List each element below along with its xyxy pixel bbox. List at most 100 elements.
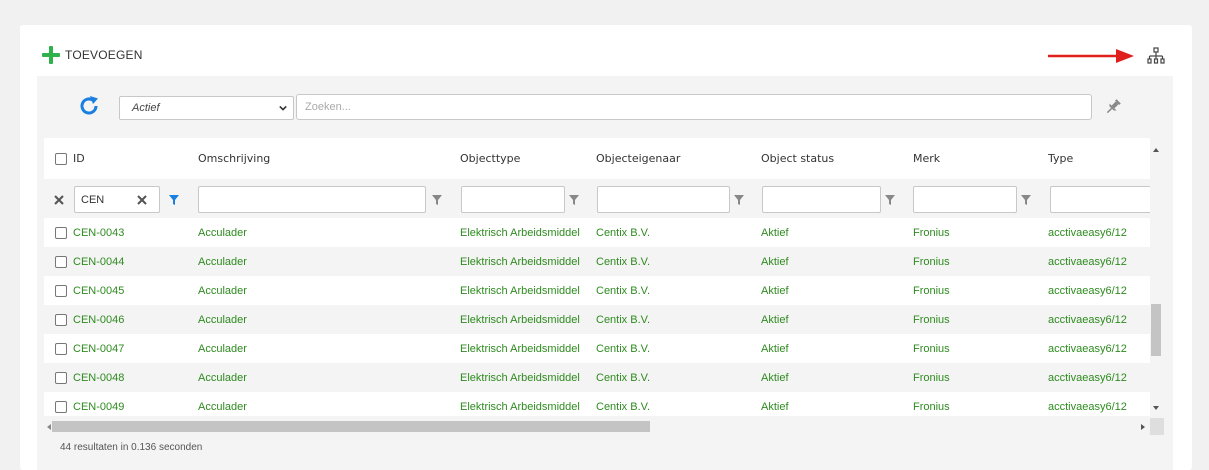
cell-id[interactable]: CEN-0047 xyxy=(55,334,124,363)
clear-id-filter-icon[interactable] xyxy=(137,195,147,205)
cell-objecteigenaar[interactable]: Centix B.V. xyxy=(596,218,650,247)
filter-funnel-icon[interactable] xyxy=(885,195,895,205)
cell-merk[interactable]: Fronius xyxy=(913,363,950,392)
table-row[interactable]: CEN-0045 Acculader Elektrisch Arbeidsmidde… xyxy=(44,276,1150,305)
cell-objecteigenaar[interactable]: Centix B.V. xyxy=(596,334,650,363)
cell-type[interactable]: acctivaeasy6/12 xyxy=(1048,363,1127,392)
col-header-objecttype[interactable]: Objecttype xyxy=(460,138,520,179)
scroll-left-arrow-icon[interactable] xyxy=(46,422,52,432)
cell-objecteigenaar[interactable]: Centix B.V. xyxy=(596,305,650,334)
col-header-objecteigenaar[interactable]: Objecteigenaar xyxy=(596,138,680,179)
filter-funnel-icon[interactable] xyxy=(432,195,442,205)
search-input[interactable] xyxy=(296,94,1092,120)
filter-funnel-icon[interactable] xyxy=(169,195,179,205)
id-filter-input[interactable] xyxy=(74,186,160,213)
table-row[interactable]: CEN-0048 Acculader Elektrisch Arbeidsmidde… xyxy=(44,363,1150,392)
cell-id-text[interactable]: CEN-0048 xyxy=(73,372,124,384)
cell-id-text[interactable]: CEN-0045 xyxy=(73,285,124,297)
cell-status[interactable]: Aktief xyxy=(761,363,789,392)
cell-omschrijving[interactable]: Acculader xyxy=(198,247,247,276)
cell-id[interactable]: CEN-0044 xyxy=(55,247,124,276)
objecttype-filter-input[interactable] xyxy=(461,186,565,213)
add-button[interactable]: TOEVOEGEN xyxy=(42,44,143,66)
refresh-icon[interactable] xyxy=(78,95,100,117)
cell-omschrijving[interactable]: Acculader xyxy=(198,334,247,363)
scroll-up-arrow-icon[interactable] xyxy=(1151,146,1161,154)
horizontal-scrollbar-thumb[interactable] xyxy=(52,421,650,432)
cell-id-text[interactable]: CEN-0049 xyxy=(73,401,124,413)
cell-type[interactable]: acctivaeasy6/12 xyxy=(1048,276,1127,305)
cell-type[interactable]: acctivaeasy6/12 xyxy=(1048,247,1127,276)
cell-id-text[interactable]: CEN-0046 xyxy=(73,314,124,326)
filter-funnel-icon[interactable] xyxy=(1021,195,1031,205)
cell-status[interactable]: Aktief xyxy=(761,247,789,276)
row-checkbox[interactable] xyxy=(55,255,67,268)
status-select[interactable]: Actief xyxy=(119,96,294,120)
table-row[interactable]: CEN-0044 Acculader Elektrisch Arbeidsmidde… xyxy=(44,247,1150,276)
cell-omschrijving[interactable]: Acculader xyxy=(198,218,247,247)
merk-filter-input[interactable] xyxy=(913,186,1017,213)
filter-funnel-icon[interactable] xyxy=(734,195,744,205)
table-row[interactable]: CEN-0043 Acculader Elektrisch Arbeidsmidde… xyxy=(44,218,1150,247)
col-header-omschrijving[interactable]: Omschrijving xyxy=(198,138,270,179)
cell-objecteigenaar[interactable]: Centix B.V. xyxy=(596,276,650,305)
cell-objecttype[interactable]: Elektrisch Arbeidsmiddel xyxy=(460,334,580,363)
cell-omschrijving[interactable]: Acculader xyxy=(198,392,247,416)
cell-id[interactable]: CEN-0045 xyxy=(55,276,124,305)
cell-id-text[interactable]: CEN-0043 xyxy=(73,227,124,239)
row-checkbox[interactable] xyxy=(55,226,67,239)
select-all-checkbox[interactable] xyxy=(55,152,67,165)
row-checkbox[interactable] xyxy=(55,400,67,413)
cell-status[interactable]: Aktief xyxy=(761,392,789,416)
status-filter-input[interactable] xyxy=(762,186,881,213)
cell-merk[interactable]: Fronius xyxy=(913,247,950,276)
cell-objecteigenaar[interactable]: Centix B.V. xyxy=(596,247,650,276)
scroll-down-arrow-icon[interactable] xyxy=(1151,404,1161,412)
col-header-merk[interactable]: Merk xyxy=(913,138,940,179)
col-header-status[interactable]: Object status xyxy=(761,138,834,179)
cell-merk[interactable]: Fronius xyxy=(913,334,950,363)
col-header-type[interactable]: Type xyxy=(1048,138,1073,179)
cell-type[interactable]: acctivaeasy6/12 xyxy=(1048,305,1127,334)
vertical-scrollbar-thumb[interactable] xyxy=(1151,304,1161,356)
clear-filters-icon[interactable] xyxy=(54,195,64,205)
hierarchy-icon[interactable] xyxy=(1147,47,1165,65)
cell-merk[interactable]: Fronius xyxy=(913,218,950,247)
table-row[interactable]: CEN-0046 Acculader Elektrisch Arbeidsmidde… xyxy=(44,305,1150,334)
col-header-id[interactable]: ID xyxy=(55,138,85,179)
cell-type[interactable]: acctivaeasy6/12 xyxy=(1048,334,1127,363)
cell-id[interactable]: CEN-0048 xyxy=(55,363,124,392)
cell-type[interactable]: acctivaeasy6/12 xyxy=(1048,218,1127,247)
cell-status[interactable]: Aktief xyxy=(761,334,789,363)
cell-status[interactable]: Aktief xyxy=(761,276,789,305)
cell-id-text[interactable]: CEN-0044 xyxy=(73,256,124,268)
cell-objecteigenaar[interactable]: Centix B.V. xyxy=(596,392,650,416)
table-row[interactable]: CEN-0049 Acculader Elektrisch Arbeidsmidde… xyxy=(44,392,1150,416)
cell-objecttype[interactable]: Elektrisch Arbeidsmiddel xyxy=(460,276,580,305)
cell-merk[interactable]: Fronius xyxy=(913,392,950,416)
row-checkbox[interactable] xyxy=(55,371,67,384)
objecteigenaar-filter-input[interactable] xyxy=(597,186,730,213)
row-checkbox[interactable] xyxy=(55,284,67,297)
cell-id[interactable]: CEN-0043 xyxy=(55,218,124,247)
omschrijving-filter-input[interactable] xyxy=(198,186,426,213)
row-checkbox[interactable] xyxy=(55,342,67,355)
cell-omschrijving[interactable]: Acculader xyxy=(198,276,247,305)
type-filter-input[interactable] xyxy=(1050,186,1150,213)
cell-objecttype[interactable]: Elektrisch Arbeidsmiddel xyxy=(460,305,580,334)
cell-omschrijving[interactable]: Acculader xyxy=(198,363,247,392)
cell-merk[interactable]: Fronius xyxy=(913,305,950,334)
cell-status[interactable]: Aktief xyxy=(761,305,789,334)
cell-objecttype[interactable]: Elektrisch Arbeidsmiddel xyxy=(460,218,580,247)
cell-objecttype[interactable]: Elektrisch Arbeidsmiddel xyxy=(460,392,580,416)
pin-icon[interactable] xyxy=(1104,98,1122,116)
cell-id[interactable]: CEN-0049 xyxy=(55,392,124,416)
cell-omschrijving[interactable]: Acculader xyxy=(198,305,247,334)
cell-id-text[interactable]: CEN-0047 xyxy=(73,343,124,355)
scroll-right-arrow-icon[interactable] xyxy=(1140,422,1146,432)
cell-status[interactable]: Aktief xyxy=(761,218,789,247)
row-checkbox[interactable] xyxy=(55,313,67,326)
cell-id[interactable]: CEN-0046 xyxy=(55,305,124,334)
cell-objecttype[interactable]: Elektrisch Arbeidsmiddel xyxy=(460,247,580,276)
cell-merk[interactable]: Fronius xyxy=(913,276,950,305)
